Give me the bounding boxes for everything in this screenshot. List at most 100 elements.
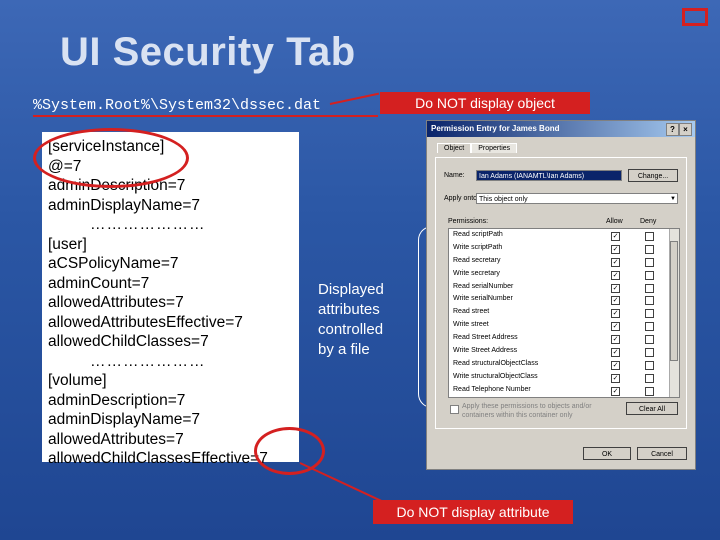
help-icon[interactable]: ? xyxy=(666,123,679,136)
deny-checkbox[interactable] xyxy=(645,232,654,241)
ok-button[interactable]: OK xyxy=(583,447,631,460)
allow-checkbox[interactable]: ✓ xyxy=(611,283,620,293)
permission-row: Write structuralObjectClass ✓ xyxy=(449,371,679,384)
permission-name: Read secretary xyxy=(453,256,501,264)
dialog-title-bar: Permission Entry for James Bond ? × xyxy=(427,121,695,137)
permissions-label: Permissions: xyxy=(448,218,489,225)
deny-checkbox[interactable] xyxy=(645,244,654,254)
permission-row: Read Street Address ✓ xyxy=(449,332,679,345)
deny-label: Deny xyxy=(640,218,657,225)
highlight-oval-top xyxy=(33,128,189,188)
permission-row: Read secretary ✓ xyxy=(449,255,679,268)
cancel-button[interactable]: Cancel xyxy=(637,447,687,460)
change-button[interactable]: Change... xyxy=(628,169,678,182)
text-line: [user] xyxy=(48,235,87,253)
banner-do-not-display-attribute: Do NOT display attribute xyxy=(373,500,573,524)
close-icon[interactable]: × xyxy=(679,123,692,136)
deny-checkbox[interactable] xyxy=(645,283,654,293)
tab-object[interactable]: Object xyxy=(437,143,472,153)
permission-row: Read serialNumber ✓ xyxy=(449,281,679,294)
side-note-line: by a file xyxy=(318,341,370,358)
permission-row: Read Telephone Number ✓ xyxy=(449,384,679,397)
path-underline xyxy=(33,115,378,117)
text-line: allowedChildClasses=7 xyxy=(48,333,209,350)
tab-properties[interactable]: Properties xyxy=(471,143,518,153)
allow-checkbox[interactable]: ✓ xyxy=(611,335,620,345)
dialog-title: Permission Entry for James Bond xyxy=(431,124,560,133)
deny-checkbox[interactable] xyxy=(645,335,654,345)
permission-row: Write street ✓ xyxy=(449,319,679,332)
deny-checkbox[interactable] xyxy=(645,296,654,306)
permission-name: Write scriptPath xyxy=(453,243,503,251)
allow-checkbox[interactable]: ✓ xyxy=(611,386,620,396)
ellipsis-line: ………………… xyxy=(90,216,206,233)
allow-checkbox[interactable]: ✓ xyxy=(611,296,620,306)
allow-checkbox[interactable]: ✓ xyxy=(611,360,620,370)
side-note: Displayed attributes controlled by a fil… xyxy=(318,280,384,360)
side-note-line: Displayed xyxy=(318,281,384,298)
text-line: adminDescription=7 xyxy=(48,391,186,409)
apply-onto-select[interactable]: This object only ▼ xyxy=(476,193,678,204)
dssec-path: %System.Root%\System32\dssec.dat xyxy=(33,97,322,114)
permission-row: Write secretary ✓ xyxy=(449,268,679,281)
deny-checkbox[interactable] xyxy=(645,348,654,358)
deny-checkbox[interactable] xyxy=(645,386,654,396)
name-label: Name: xyxy=(444,172,465,179)
chevron-down-icon: ▼ xyxy=(670,196,676,202)
allow-checkbox[interactable]: ✓ xyxy=(611,270,620,280)
slide-title: UI Security Tab xyxy=(60,30,356,74)
permission-name: Read Street Address xyxy=(453,334,518,342)
permission-row: Write scriptPath ✓ xyxy=(449,242,679,255)
permission-name: Read scriptPath xyxy=(453,231,503,238)
ellipsis-line: ………………… xyxy=(90,352,206,370)
deny-checkbox[interactable] xyxy=(645,270,654,280)
name-field[interactable]: Ian Adams (IANAMTL\Ian Adams) xyxy=(476,170,622,181)
allow-checkbox[interactable]: ✓ xyxy=(611,373,620,383)
permission-row: Write serialNumber ✓ xyxy=(449,293,679,306)
text-line: [volume] xyxy=(48,372,107,389)
allow-checkbox[interactable]: ✓ xyxy=(611,309,620,319)
permissions-list: Read scriptPath ✓ Write scriptPath ✓ Read … xyxy=(448,228,680,398)
deny-checkbox[interactable] xyxy=(645,360,654,370)
apply-checkbox-label: Apply these permissions to objects and/o… xyxy=(462,403,592,419)
scrollbar-thumb[interactable] xyxy=(670,241,678,361)
deny-checkbox[interactable] xyxy=(645,309,654,319)
permission-name: Write structuralObjectClass xyxy=(453,372,538,380)
permission-row: Read street ✓ xyxy=(449,306,679,319)
allow-checkbox[interactable]: ✓ xyxy=(611,232,620,241)
text-line: adminCount=7 xyxy=(48,274,150,292)
permission-row: Read scriptPath ✓ xyxy=(449,229,679,242)
permissions-scrollbar[interactable] xyxy=(669,229,679,397)
deny-checkbox[interactable] xyxy=(645,373,654,383)
allow-checkbox[interactable]: ✓ xyxy=(611,257,620,267)
corner-box-decoration xyxy=(682,8,708,26)
text-line: aCSPolicyName=7 xyxy=(48,255,179,272)
permission-name: Read Telephone Number xyxy=(453,385,531,393)
apply-checkbox[interactable] xyxy=(450,405,459,414)
text-line: allowedAttributesEffective=7 xyxy=(48,313,243,331)
side-note-line: attributes xyxy=(318,301,380,318)
deny-checkbox[interactable] xyxy=(645,322,654,332)
text-line: allowedAttributes=7 xyxy=(48,294,184,311)
permission-name: Write Street Address xyxy=(453,347,518,355)
deny-checkbox[interactable] xyxy=(645,257,654,267)
permission-row: Read structuralObjectClass ✓ xyxy=(449,358,679,371)
text-line: adminDisplayName=7 xyxy=(48,196,201,214)
permission-row: Write Street Address ✓ xyxy=(449,345,679,358)
text-line: adminDisplayName=7 xyxy=(48,411,201,428)
permission-name: Read street xyxy=(453,308,490,316)
permission-name: Write street xyxy=(453,321,489,329)
permission-name: Write secretary xyxy=(453,269,500,277)
permission-name: Read structuralObjectClass xyxy=(453,359,539,367)
allow-checkbox[interactable]: ✓ xyxy=(611,348,620,358)
clear-all-button[interactable]: Clear All xyxy=(626,402,678,415)
dialog-body: Name: Ian Adams (IANAMTL\Ian Adams) Chan… xyxy=(435,157,687,429)
allow-checkbox[interactable]: ✓ xyxy=(611,244,620,254)
side-note-line: controlled xyxy=(318,321,384,338)
permission-entry-dialog: Permission Entry for James Bond ? × Obje… xyxy=(426,120,696,470)
apply-onto-value: This object only xyxy=(479,196,528,203)
permission-name: Write serialNumber xyxy=(453,295,513,303)
permission-name: Read serialNumber xyxy=(453,282,514,290)
allow-checkbox[interactable]: ✓ xyxy=(611,322,620,332)
apply-onto-label: Apply onto: xyxy=(444,195,480,202)
